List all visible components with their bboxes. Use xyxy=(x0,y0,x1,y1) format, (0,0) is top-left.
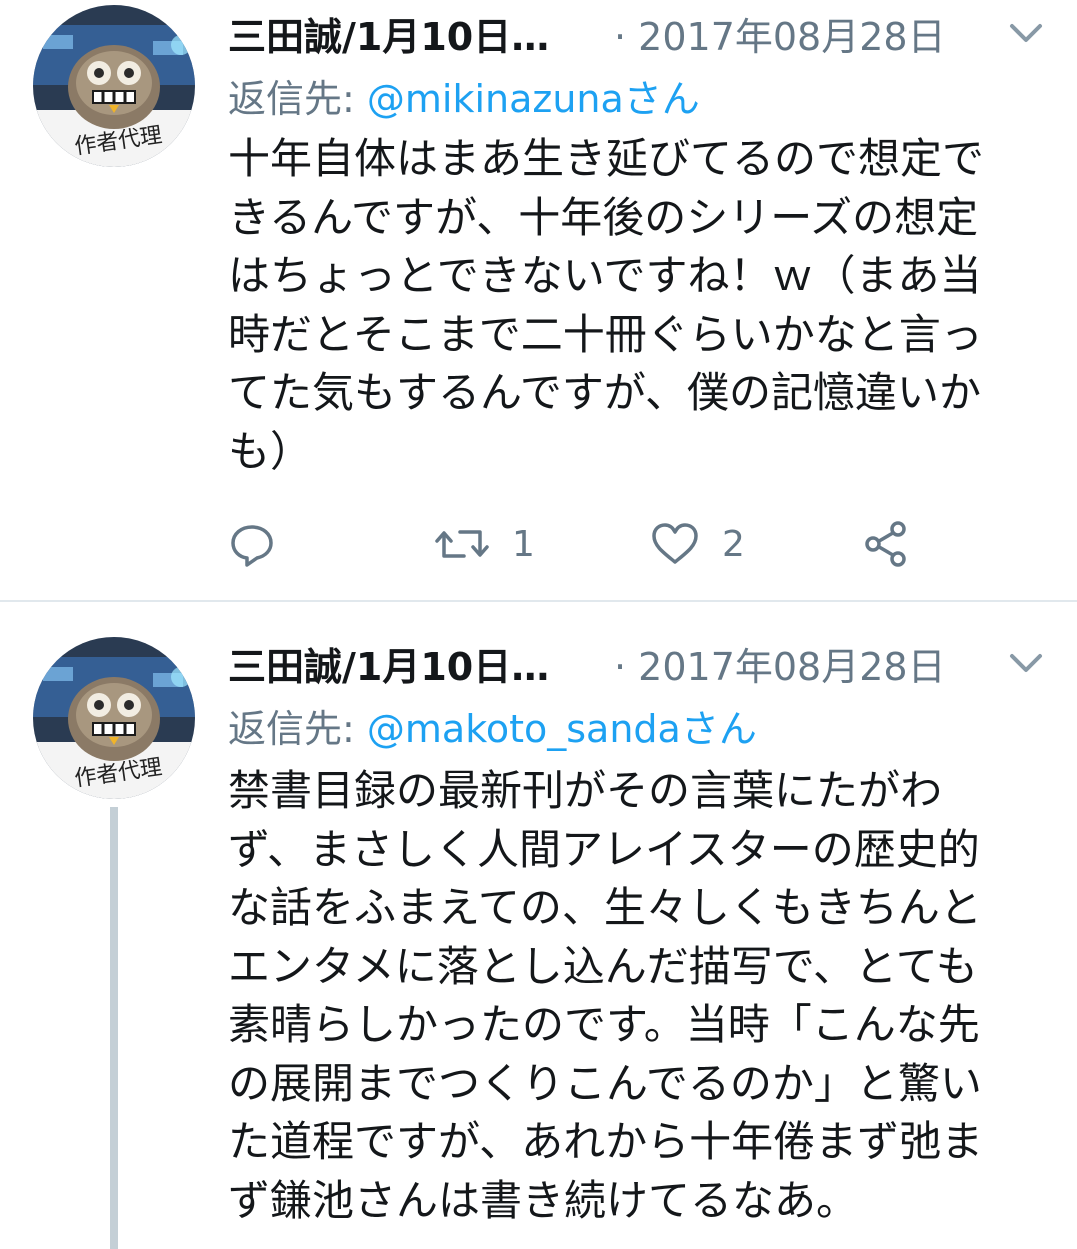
date-text: 2017年08月28日 xyxy=(638,645,946,689)
reply-to: 返信先: @makoto_sandaさん xyxy=(228,698,757,753)
tweet-header: 三田誠/1月10日… · 2017年08月28日 xyxy=(228,632,1077,692)
date-separator: · xyxy=(614,15,639,59)
reply-handle-link[interactable]: @mikinazunaさん xyxy=(367,77,700,121)
date-separator: · xyxy=(614,645,639,689)
tweet-actions: 1 2 xyxy=(228,512,1028,576)
like-icon xyxy=(652,523,698,564)
date-text: 2017年08月28日 xyxy=(638,15,946,59)
author-name[interactable]: 三田誠/1月10日… xyxy=(228,6,549,61)
tweet[interactable]: 作者代理 三田誠/1月10日… · 2017年08月28日 返信先: @mako… xyxy=(0,602,1077,1249)
reply-icon xyxy=(231,525,273,567)
tweet-header: 三田誠/1月10日… · 2017年08月28日 xyxy=(228,2,1077,62)
thread-connector-line xyxy=(110,807,118,1249)
author-name[interactable]: 三田誠/1月10日… xyxy=(228,636,549,691)
reply-handle-link[interactable]: @makoto_sandaさん xyxy=(367,707,757,751)
retweet-icon xyxy=(435,530,489,558)
retweet-button[interactable]: 1 xyxy=(434,512,535,576)
tweet-text: 十年自体はまあ生き延びてるので想定で きるんですが、十年後のシリーズの想定 はち… xyxy=(228,134,985,476)
tweet-text: 禁書目録の最新刊がその言葉にたがわ ず、まさしく人間アレイスターの歴史的 な話を… xyxy=(228,766,984,1225)
chevron-down-icon[interactable] xyxy=(1006,650,1046,676)
reply-button[interactable] xyxy=(228,512,276,576)
tweet-date[interactable]: · 2017年08月28日 xyxy=(614,636,946,691)
like-button[interactable]: 2 xyxy=(650,512,745,576)
reply-to-label: 返信先: xyxy=(228,77,367,121)
tweet[interactable]: 作者代理 三田誠/1月10日… · 2017年08月28日 返信先: @miki… xyxy=(0,0,1077,600)
reply-to: 返信先: @mikinazunaさん xyxy=(228,68,700,123)
avatar[interactable]: 作者代理 xyxy=(33,637,195,799)
share-icon xyxy=(865,521,906,567)
share-button[interactable] xyxy=(860,512,912,576)
tweet-date[interactable]: · 2017年08月28日 xyxy=(614,6,946,61)
avatar[interactable]: 作者代理 xyxy=(33,5,195,167)
reply-to-label: 返信先: xyxy=(228,707,367,751)
like-count: 2 xyxy=(722,523,745,565)
retweet-count: 1 xyxy=(512,523,535,565)
chevron-down-icon[interactable] xyxy=(1006,20,1046,46)
